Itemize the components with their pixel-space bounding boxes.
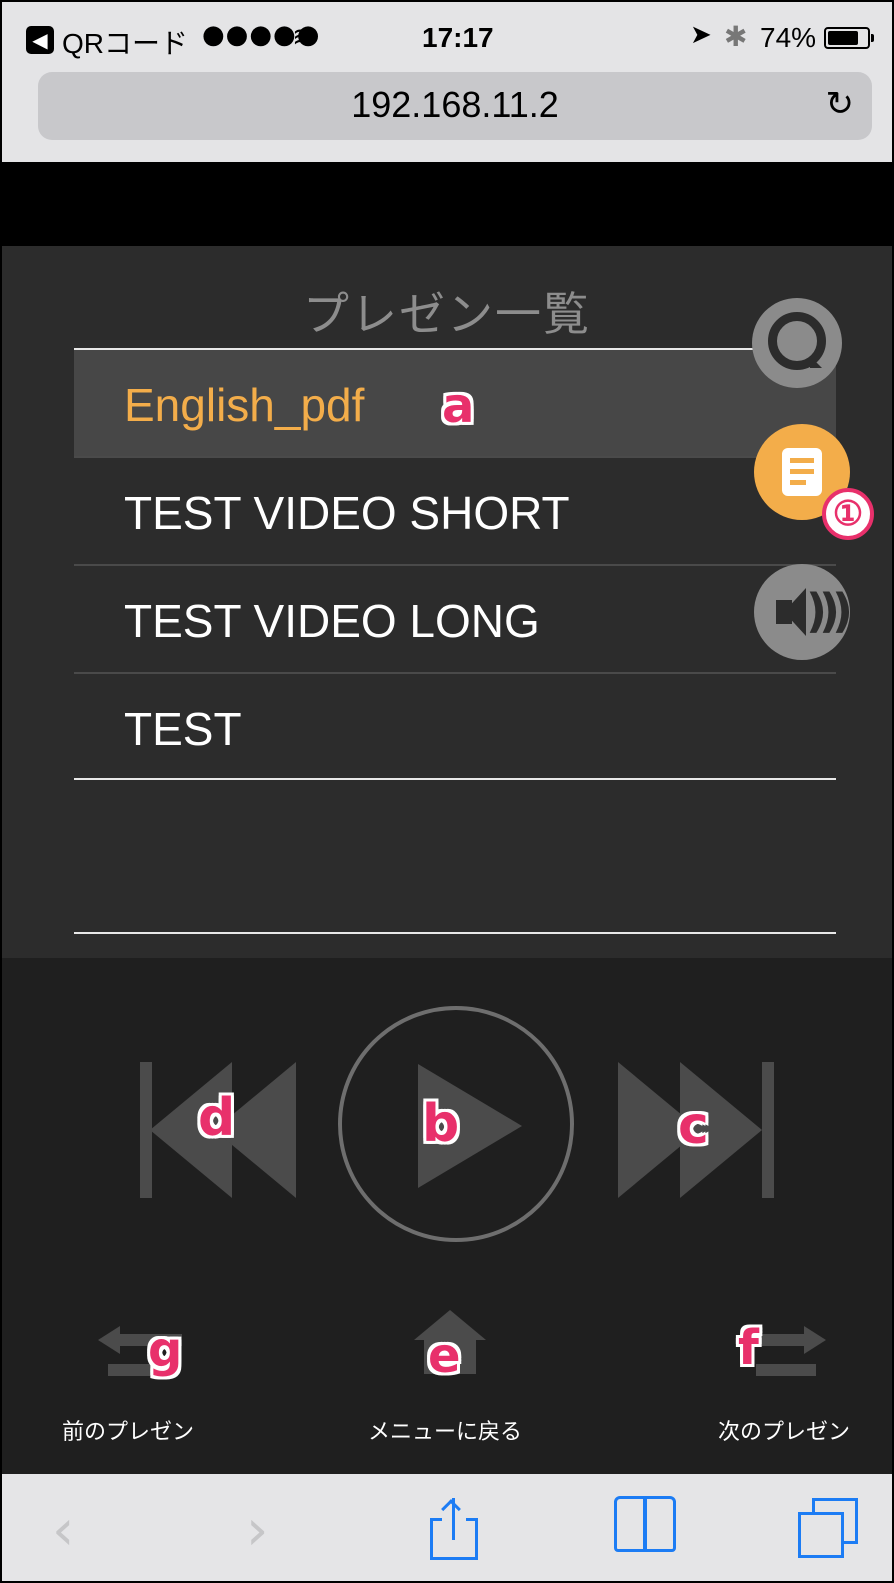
divider <box>74 932 836 934</box>
battery-percent: 74% <box>760 22 817 53</box>
status-bar: ◀ QRコード ●●●●● ≋ 17:17 ➤ ✱ 74% 192.168.11… <box>2 2 892 162</box>
back-to-menu-label[interactable]: メニューに戻る <box>368 1414 522 1446</box>
back-to-app-icon[interactable]: ◀ <box>26 26 54 54</box>
url-text[interactable]: 192.168.11.2 <box>38 84 872 126</box>
list-item-test-video-long[interactable]: TEST VIDEO LONG <box>74 566 836 672</box>
list-item-label: TEST VIDEO LONG <box>124 595 540 647</box>
wifi-icon: ≋ <box>292 20 316 53</box>
annotation-g: g <box>148 1322 183 1378</box>
battery-icon <box>824 27 874 49</box>
back-app-label[interactable]: QRコード <box>62 22 188 62</box>
tabs-icon[interactable] <box>798 1498 862 1560</box>
chat-button[interactable] <box>752 298 842 388</box>
list-item-label: TEST <box>124 703 242 755</box>
annotation-a: a <box>442 378 475 434</box>
divider <box>74 778 836 780</box>
list-item-label: TEST VIDEO SHORT <box>124 487 570 539</box>
annotation-f: f <box>738 1320 759 1376</box>
list-item-test[interactable]: TEST <box>74 674 836 780</box>
address-bar[interactable]: 192.168.11.2 ↻ <box>38 72 872 140</box>
browser-toolbar: ‹ › <box>2 1474 892 1581</box>
document-list-icon <box>782 448 822 496</box>
bookmarks-icon[interactable] <box>614 1496 680 1556</box>
annotation-e: e <box>428 1328 461 1384</box>
annotation-c: c <box>678 1096 709 1156</box>
previous-presentation-label[interactable]: 前のプレゼン <box>62 1414 194 1446</box>
share-icon[interactable] <box>430 1498 478 1560</box>
volume-button[interactable]: ))) <box>754 564 853 660</box>
page-header-bar <box>2 162 892 246</box>
bluetooth-icon: ✱ <box>724 20 748 53</box>
forward-arrow-icon[interactable]: › <box>246 1498 268 1563</box>
annotation-b: b <box>422 1094 460 1154</box>
playback-controls: 前のプレゼン メニューに戻る 次のプレゼン d b c g e f <box>2 958 892 1474</box>
chat-bubble-tail <box>810 356 822 368</box>
back-arrow-icon[interactable]: ‹ <box>52 1498 74 1563</box>
clock: 17:17 <box>422 22 494 53</box>
annotation-d: d <box>198 1088 236 1148</box>
phone-screen: ◀ QRコード ●●●●● ≋ 17:17 ➤ ✱ 74% 192.168.11… <box>0 0 894 1583</box>
list-item-test-video-short[interactable]: TEST VIDEO SHORT <box>74 458 836 564</box>
list-item-label: English_pdf <box>124 379 365 431</box>
annotation-badge-1: ① <box>822 488 874 540</box>
reload-icon[interactable]: ↻ <box>826 84 855 124</box>
speaker-cone <box>784 588 806 636</box>
location-icon: ➤ <box>690 20 712 50</box>
sound-waves-icon: ))) <box>806 584 853 638</box>
next-presentation-label[interactable]: 次のプレゼン <box>718 1414 850 1446</box>
